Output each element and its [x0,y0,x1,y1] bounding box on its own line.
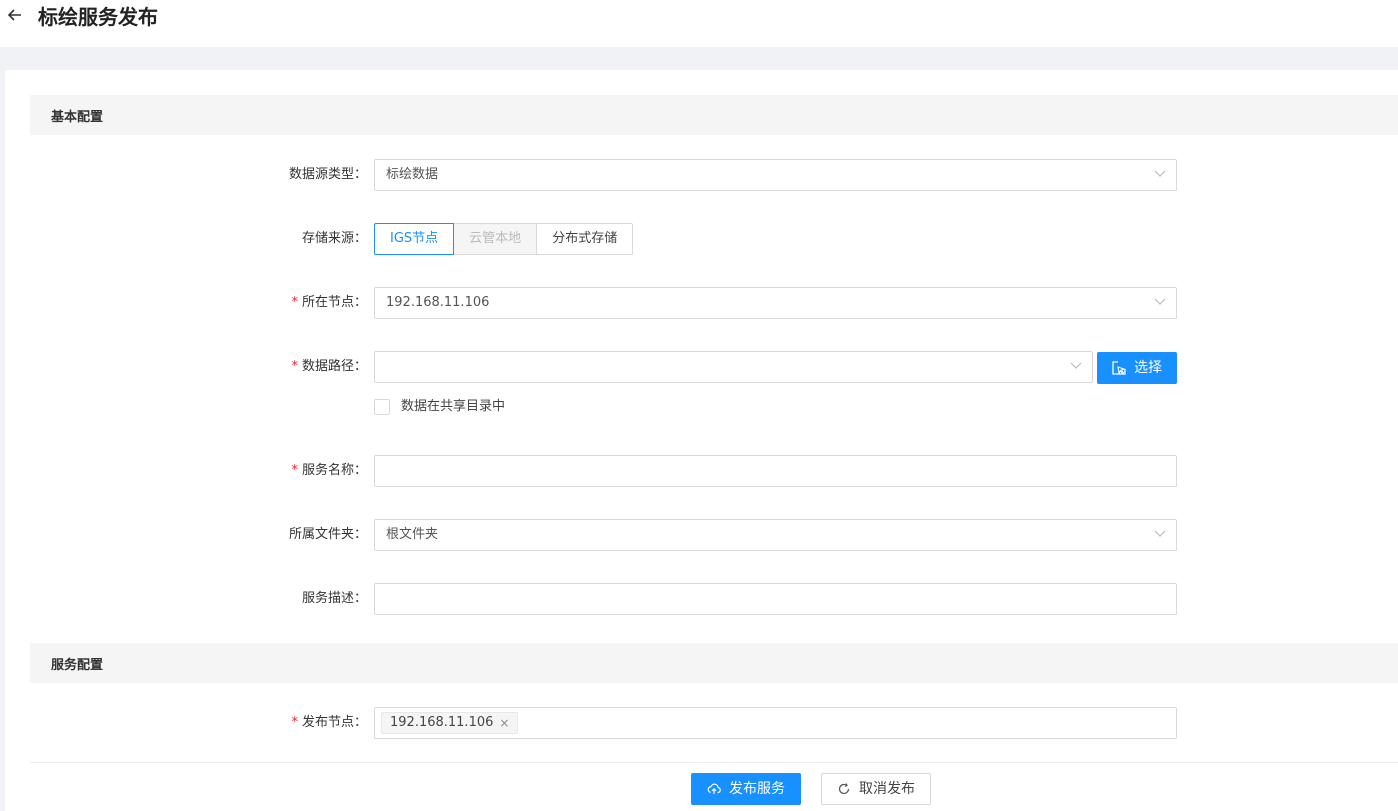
cancel-publish-label: 取消发布 [859,781,915,797]
node-select[interactable]: 192.168.11.106 [374,287,1177,319]
datasource-type-select[interactable]: 标绘数据 [374,159,1177,191]
footer-divider [30,762,1398,763]
select-path-label: 选择 [1134,360,1162,376]
folder-select[interactable]: 根文件夹 [374,519,1177,551]
refresh-icon [838,783,850,795]
data-path-select[interactable] [374,351,1093,383]
publish-node-multiselect[interactable]: 192.168.11.106 × [374,707,1177,739]
folder-value: 根文件夹 [386,527,439,542]
publish-node-tag: 192.168.11.106 × [381,712,519,734]
cancel-publish-button[interactable]: 取消发布 [821,773,931,805]
page-title: 标绘服务发布 [38,5,158,29]
datasource-type-value: 标绘数据 [386,167,439,182]
storage-option-igs[interactable]: IGS节点 [374,223,455,255]
publish-service-button[interactable]: 发布服务 [691,773,801,805]
publish-node-label: * 发布节点： [291,715,367,730]
top-bar: 标绘服务发布 [0,0,1398,47]
chevron-down-icon [1154,298,1166,305]
storage-source-label: 存储来源： [301,231,367,246]
shared-dir-label: 数据在共享目录中 [401,399,506,414]
data-path-label: * 数据路径： [291,359,367,374]
publish-service-label: 发布服务 [729,781,785,797]
service-name-label: * 服务名称： [291,463,367,478]
folder-label: 所属文件夹： [288,527,367,542]
select-path-button[interactable]: 选择 [1097,352,1177,384]
chevron-down-icon [1154,530,1166,537]
datasource-type-label: 数据源类型： [288,167,367,182]
section-header-service: 服务配置 [30,643,1398,683]
section-title-service: 服务配置 [51,658,104,673]
description-input[interactable] [374,583,1177,615]
form-card: 基本配置 数据源类型： 标绘数据 存储来源： IGS节点 云管本地 分布式存储 … [5,70,1398,811]
cloud-upload-icon [707,783,721,794]
service-name-input[interactable] [374,455,1177,487]
storage-option-distributed[interactable]: 分布式存储 [537,223,634,255]
section-header-basic: 基本配置 [30,95,1398,135]
close-icon[interactable]: × [499,713,509,733]
storage-source-segmented: IGS节点 云管本地 分布式存储 [374,223,634,255]
section-title-basic: 基本配置 [51,110,104,125]
chevron-down-icon [1070,362,1082,369]
select-cursor-icon [1112,361,1126,375]
description-label: 服务描述： [301,591,367,606]
storage-option-cloud-local: 云管本地 [454,223,538,255]
publish-node-tag-label: 192.168.11.106 [390,715,494,730]
shared-dir-checkbox[interactable] [374,399,390,415]
arrow-left-icon[interactable] [6,5,24,25]
node-label: * 所在节点： [291,295,367,310]
chevron-down-icon [1154,170,1166,177]
node-value: 192.168.11.106 [386,295,490,310]
